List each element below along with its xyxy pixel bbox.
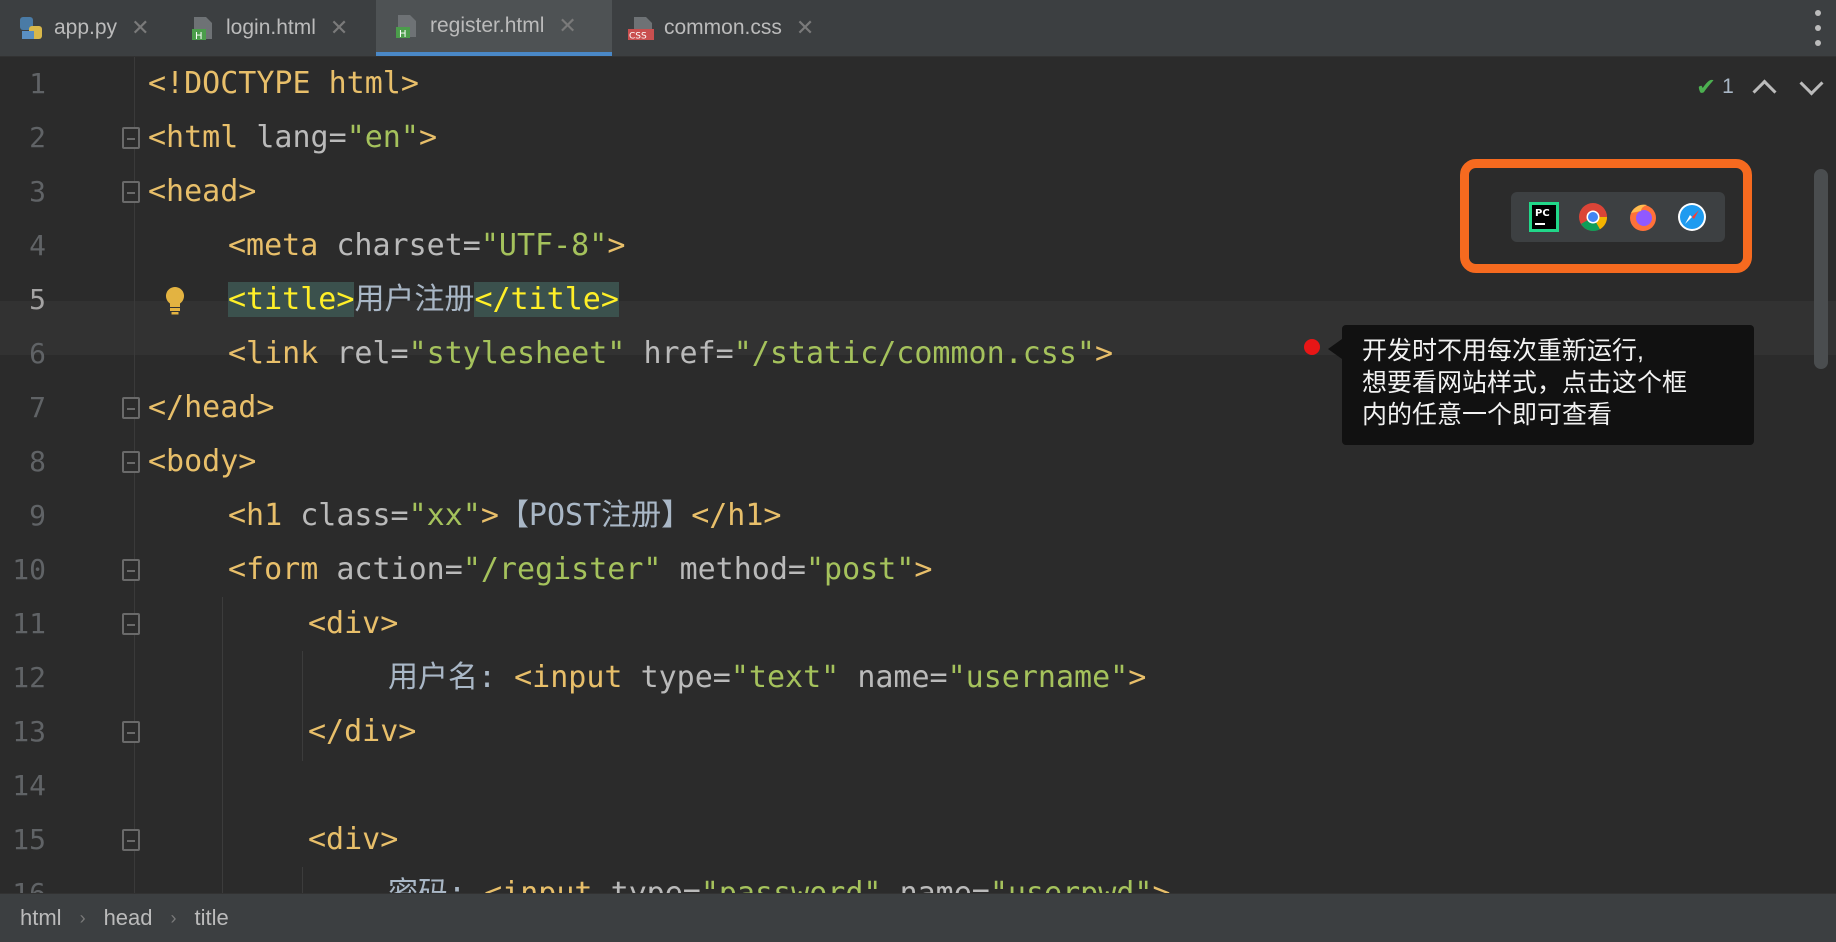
tab-label: app.py xyxy=(54,16,118,39)
tab-label: login.html xyxy=(226,16,316,39)
line-number: 8 xyxy=(29,445,46,478)
svg-text:H: H xyxy=(399,29,407,39)
code-line: 16 密码: <input type="password" name="user… xyxy=(0,867,1836,893)
fold-marker-icon[interactable] xyxy=(122,721,140,743)
annotation-dot xyxy=(1304,339,1320,355)
fold-marker-icon[interactable] xyxy=(122,829,140,851)
tab-label: common.css xyxy=(664,16,782,39)
line-number: 2 xyxy=(29,121,46,154)
tab-label: register.html xyxy=(430,14,545,37)
html-file-icon: H xyxy=(394,13,420,40)
code-line: 13 </div> xyxy=(0,705,1836,759)
safari-icon[interactable] xyxy=(1676,201,1708,233)
breadcrumb-item[interactable]: head xyxy=(104,905,153,931)
svg-text:H: H xyxy=(195,31,203,41)
close-icon[interactable]: ✕ xyxy=(796,15,814,41)
svg-text:CSS: CSS xyxy=(629,32,647,42)
lightbulb-icon[interactable] xyxy=(162,285,188,315)
line-number: 1 xyxy=(29,67,46,100)
chrome-icon[interactable] xyxy=(1577,201,1609,233)
line-number: 13 xyxy=(12,715,46,748)
inspection-widget[interactable]: ✔ 1 xyxy=(1686,69,1836,105)
python-file-icon xyxy=(18,15,44,41)
fold-marker-icon[interactable] xyxy=(122,181,140,203)
fold-marker-icon[interactable] xyxy=(122,397,140,419)
code-line: 12 用户名: <input type="text" name="usernam… xyxy=(0,651,1836,705)
code-line: 14 xyxy=(0,759,1836,813)
code-line: 11 <div> xyxy=(0,597,1836,651)
chevron-right-icon: › xyxy=(170,907,177,928)
line-number: 6 xyxy=(29,337,46,370)
fold-marker-icon[interactable] xyxy=(122,127,140,149)
close-icon[interactable]: ✕ xyxy=(558,13,576,39)
breadcrumb-item[interactable]: title xyxy=(195,905,229,931)
line-number: 5 xyxy=(29,283,46,316)
fold-marker-icon[interactable] xyxy=(122,559,140,581)
code-line: 9 <h1 class="xx">【POST注册】</h1> xyxy=(0,489,1836,543)
check-icon: ✔ xyxy=(1696,73,1717,101)
line-number: 14 xyxy=(12,769,46,802)
fold-marker-icon[interactable] xyxy=(122,451,140,473)
breadcrumb-item[interactable]: html xyxy=(20,905,62,931)
code-line: 15 <div> xyxy=(0,813,1836,867)
close-icon[interactable]: ✕ xyxy=(330,15,348,41)
browser-preview-toolbar: PC xyxy=(1511,192,1725,242)
pycharm-icon[interactable]: PC xyxy=(1528,201,1560,233)
line-number: 10 xyxy=(12,553,46,586)
more-tabs-icon[interactable] xyxy=(1814,10,1822,46)
code-line-current: 5 <title>用户注册</title> xyxy=(0,273,1836,327)
tab-register-html[interactable]: H register.html ✕ xyxy=(376,0,612,56)
line-number: 12 xyxy=(12,661,46,694)
line-number: 4 xyxy=(29,229,46,262)
html-file-icon: H xyxy=(190,15,216,42)
code-line: 1 <!DOCTYPE html> xyxy=(0,57,1836,111)
firefox-icon[interactable] xyxy=(1627,201,1659,233)
svg-text:PC: PC xyxy=(1535,208,1550,219)
line-number: 3 xyxy=(29,175,46,208)
line-number: 16 xyxy=(0,867,46,893)
line-number: 11 xyxy=(12,607,46,640)
annotation-callout: 开发时不用每次重新运行, 想要看网站样式，点击这个框 内的任意一个即可查看 xyxy=(1328,325,1754,445)
chevron-down-icon[interactable] xyxy=(1799,70,1824,96)
code-line: 10 <form action="/register" method="post… xyxy=(0,543,1836,597)
editor-tab-bar: app.py ✕ H login.html ✕ H register.html … xyxy=(0,0,1836,57)
tab-app-py[interactable]: app.py ✕ xyxy=(18,0,168,56)
inspection-count: 1 xyxy=(1722,75,1734,98)
line-number: 9 xyxy=(29,499,46,532)
vertical-scrollbar[interactable] xyxy=(1814,169,1828,369)
line-number: 15 xyxy=(12,823,46,856)
tab-login-html[interactable]: H login.html ✕ xyxy=(190,0,366,56)
chevron-right-icon: › xyxy=(79,907,86,928)
css-file-icon: CSS xyxy=(628,15,654,42)
tab-common-css[interactable]: CSS common.css ✕ xyxy=(628,0,834,56)
breadcrumb: html › head › title xyxy=(0,893,1836,942)
line-number: 7 xyxy=(29,391,46,424)
close-icon[interactable]: ✕ xyxy=(131,15,149,41)
code-line: 2 <html lang="en"> xyxy=(0,111,1836,165)
fold-marker-icon[interactable] xyxy=(122,613,140,635)
code-editor[interactable]: 1 <!DOCTYPE html> 2 <html lang="en"> 3 <… xyxy=(0,57,1836,893)
browser-preview-highlight: PC xyxy=(1460,159,1752,273)
chevron-up-icon[interactable] xyxy=(1752,78,1777,104)
